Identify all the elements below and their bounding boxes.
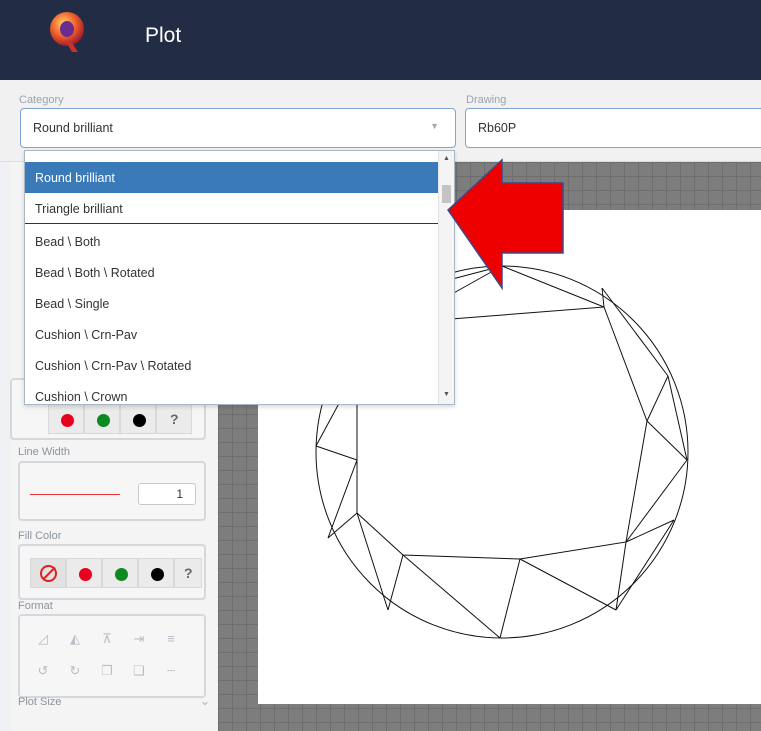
line-color-black-button[interactable] [120,404,156,434]
format-group: ◿ ◭ ⊼ ⇥ ≡ ↺ ↻ ❐ ❏ ┄ [18,614,206,698]
redo-icon[interactable]: ↻ [64,660,86,682]
category-dropdown-list[interactable]: Round brilliant Triangle brilliant Bead … [24,150,455,405]
line-width-label: Line Width [18,446,70,458]
question-icon: ? [184,565,193,581]
chevron-down-icon[interactable]: ⌄ [200,694,210,708]
green-dot-icon [97,414,110,427]
dropdown-option[interactable]: Triangle brilliant [25,193,439,224]
category-select[interactable]: Round brilliant ▼ [20,108,456,148]
dropdown-option[interactable]: Cushion \ Crown [25,381,439,404]
fill-color-group: ? [18,544,206,600]
fill-red-button[interactable] [66,558,102,588]
q-logo-icon [50,12,84,52]
line-color-red-button[interactable] [48,404,84,434]
line-width-group: 1 [18,461,206,521]
line-width-input[interactable]: 1 [138,483,196,505]
undo-icon[interactable]: ↺ [32,660,54,682]
black-dot-icon [133,414,146,427]
green-dot-icon [115,568,128,581]
category-label: Category [19,94,64,106]
line-color-green-button[interactable] [84,404,120,434]
fill-custom-button[interactable]: ? [174,558,202,588]
format-label: Format [18,600,53,612]
fill-green-button[interactable] [102,558,138,588]
dropdown-option[interactable]: Bead \ Both [25,226,439,257]
scroll-down-icon[interactable]: ▼ [443,391,450,398]
plot-size-section[interactable]: Plot Size ⌄ [10,692,218,714]
send-back-icon[interactable]: ❏ [128,660,150,682]
red-dot-icon [79,568,92,581]
plot-size-label: Plot Size [18,696,62,708]
dropdown-option[interactable]: Round brilliant [25,162,439,193]
drawing-select-value: Rb60P [478,121,517,135]
align-left-icon[interactable]: ◿ [32,628,54,650]
drawing-label: Drawing [466,94,507,106]
dropdown-option[interactable]: Cushion \ Crn-Pav [25,319,439,350]
line-width-preview [30,494,120,495]
dropdown-option[interactable]: Cushion \ Crn-Pav \ Rotated [25,350,439,381]
caret-down-icon: ▼ [430,121,439,131]
bring-front-icon[interactable]: ❐ [96,660,118,682]
dropdown-option[interactable]: Bead \ Both \ Rotated [25,257,439,288]
drawing-select[interactable]: Rb60P [465,108,761,148]
align-center-icon[interactable]: ◭ [64,628,86,650]
align-top-icon[interactable]: ⊼ [96,628,118,650]
app-header: Plot [0,0,761,80]
distribute-icon[interactable]: ≡ [160,628,182,650]
black-dot-icon [151,568,164,581]
align-right-icon[interactable]: ⇥ [128,628,150,650]
dropdown-option[interactable]: Bead \ Single [25,288,439,319]
no-fill-icon [40,565,57,582]
page-title: Plot [145,24,182,47]
fill-black-button[interactable] [138,558,174,588]
fill-none-button[interactable] [30,558,66,588]
annotation-arrow-icon [447,158,564,291]
question-icon: ? [170,411,179,427]
dash-line-icon[interactable]: ┄ [160,660,182,682]
line-color-custom-button[interactable]: ? [156,404,192,434]
fill-color-label: Fill Color [18,530,62,542]
category-select-value: Round brilliant [33,121,113,135]
red-dot-icon [61,414,74,427]
